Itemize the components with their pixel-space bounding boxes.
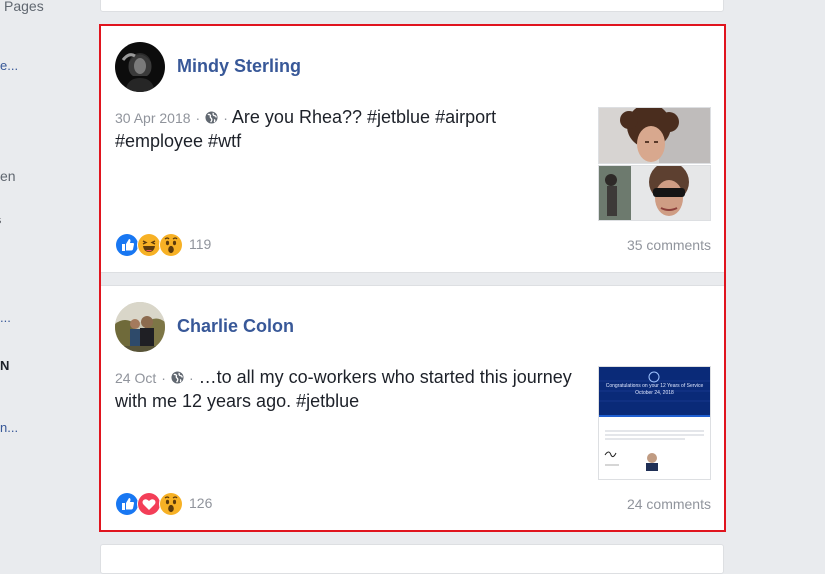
next-card bbox=[100, 544, 724, 574]
certificate-date: October 24, 2018 bbox=[635, 390, 674, 396]
haha-icon bbox=[137, 233, 161, 257]
post-photo-certificate[interactable]: Congratulations on your 12 Years of Serv… bbox=[598, 366, 711, 480]
love-icon bbox=[137, 492, 161, 516]
avatar[interactable] bbox=[115, 302, 165, 352]
wow-icon bbox=[159, 233, 183, 257]
comments-link[interactable]: 24 comments bbox=[627, 496, 711, 512]
author-name[interactable]: Mindy Sterling bbox=[177, 56, 301, 77]
sidebar-item-5[interactable]: N bbox=[0, 358, 9, 373]
sidebar-item-pages[interactable]: Pages bbox=[4, 0, 44, 14]
post-photo[interactable] bbox=[598, 107, 711, 164]
author-name[interactable]: Charlie Colon bbox=[177, 316, 294, 337]
post-divider bbox=[101, 272, 724, 286]
avatar[interactable] bbox=[115, 42, 165, 92]
globe-icon bbox=[171, 367, 189, 387]
sidebar-link-4[interactable]: ... bbox=[0, 310, 11, 325]
like-icon bbox=[115, 492, 139, 516]
sidebar-item-3[interactable]: s bbox=[0, 212, 1, 227]
post-photo[interactable] bbox=[598, 165, 711, 221]
post-text-block: 30 Apr 2018 · · Are you Rhea?? #jetblue … bbox=[115, 106, 585, 153]
post-text-block: 24 Oct · · …to all my co-workers who sta… bbox=[115, 366, 585, 413]
highlighted-post-group: Mindy Sterling 30 Apr 2018 · · Are you R… bbox=[99, 24, 726, 532]
left-sidebar: Pages e... en s ... N n... bbox=[0, 0, 90, 556]
wow-icon bbox=[159, 492, 183, 516]
post-date[interactable]: 24 Oct bbox=[115, 370, 156, 386]
reaction-count[interactable]: 119 bbox=[189, 236, 211, 252]
meta-separator: · bbox=[161, 370, 166, 386]
post-card: Mindy Sterling 30 Apr 2018 · · Are you R… bbox=[101, 26, 724, 272]
meta-separator: · bbox=[188, 370, 194, 386]
meta-separator: · bbox=[195, 110, 201, 126]
sidebar-link-6[interactable]: n... bbox=[0, 420, 18, 435]
post-card: Charlie Colon 24 Oct · · …to all my co-w… bbox=[101, 286, 724, 530]
comments-link[interactable]: 35 comments bbox=[627, 237, 711, 253]
globe-icon bbox=[205, 107, 223, 127]
reaction-count[interactable]: 126 bbox=[189, 495, 212, 511]
post-date[interactable]: 30 Apr 2018 bbox=[115, 110, 191, 126]
sidebar-item-2[interactable]: en bbox=[0, 168, 16, 184]
like-icon bbox=[115, 233, 139, 257]
certificate-title: Congratulations on your 12 Years of Serv… bbox=[605, 383, 704, 389]
meta-separator: · bbox=[223, 110, 228, 126]
sidebar-link-1[interactable]: e... bbox=[0, 58, 18, 73]
previous-card bbox=[100, 0, 724, 12]
